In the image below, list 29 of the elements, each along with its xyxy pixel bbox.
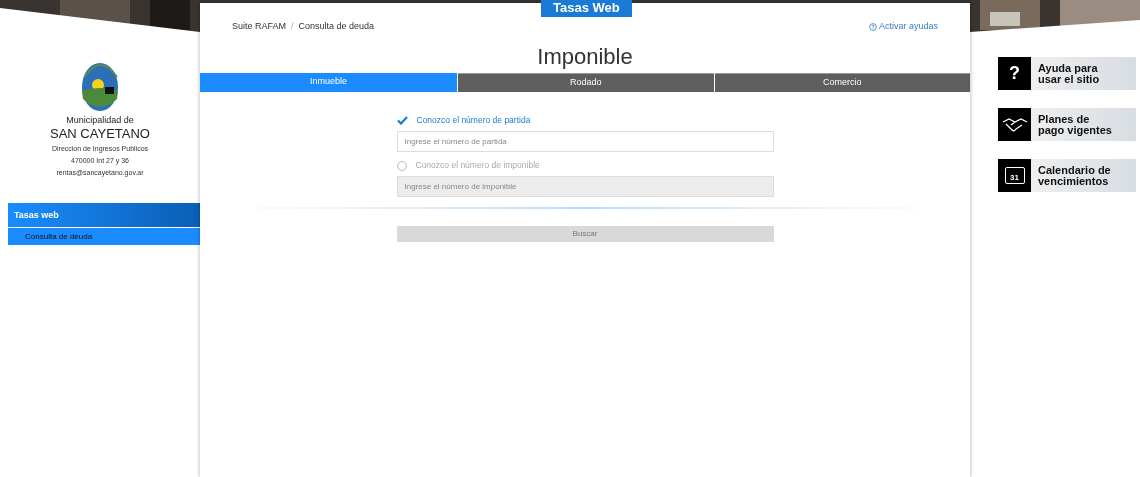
sidebar-item[interactable]: Tasas web: [8, 203, 200, 228]
sidebar-subitem[interactable]: Consulta de deuda: [8, 228, 200, 245]
banner-text: Calendario de: [1038, 164, 1111, 176]
check-icon[interactable]: [396, 116, 408, 125]
banner-card[interactable]: Planes de pago vigentes: [998, 108, 1136, 141]
help-symbol: ?: [998, 57, 1031, 90]
tab[interactable]: Rodado: [458, 72, 714, 92]
breadcrumb-link[interactable]: Consulta de deuda: [298, 20, 375, 34]
org-prefix: Municipalidad de: [66, 115, 134, 126]
banner-text: usar el sitio: [1038, 73, 1100, 85]
handshake-icon: [998, 108, 1031, 141]
breadcrumb-link[interactable]: Suite RAFAM: [232, 20, 287, 34]
banner-text: Planes de: [1038, 113, 1091, 125]
banner-text: vencimientos: [1038, 175, 1110, 187]
help-link[interactable]: Activar ayudas: [868, 20, 938, 34]
option-label[interactable]: Conozco el número de partida: [416, 114, 531, 127]
breadcrumb-separator: /: [291, 20, 294, 33]
calendar-day-text: 31: [1010, 172, 1019, 183]
banner-text: Ayuda para: [1038, 62, 1098, 74]
tab[interactable]: Comercio: [714, 72, 970, 92]
banner-card[interactable]: ? Ayuda para usar el sitio: [998, 57, 1136, 90]
app-title-badge: Tasas Web: [541, 0, 632, 17]
input-field[interactable]: Ingrese el número de partida: [396, 130, 774, 152]
tab[interactable]: Inmueble: [200, 72, 457, 92]
banner-text: pago vigentes: [1038, 124, 1112, 136]
org-name: SAN CAYETANO: [50, 126, 150, 141]
page-heading: Imponible: [536, 42, 634, 71]
help-icon: [868, 22, 877, 31]
banner-card[interactable]: 31 Calendario de vencimientos: [998, 159, 1136, 192]
